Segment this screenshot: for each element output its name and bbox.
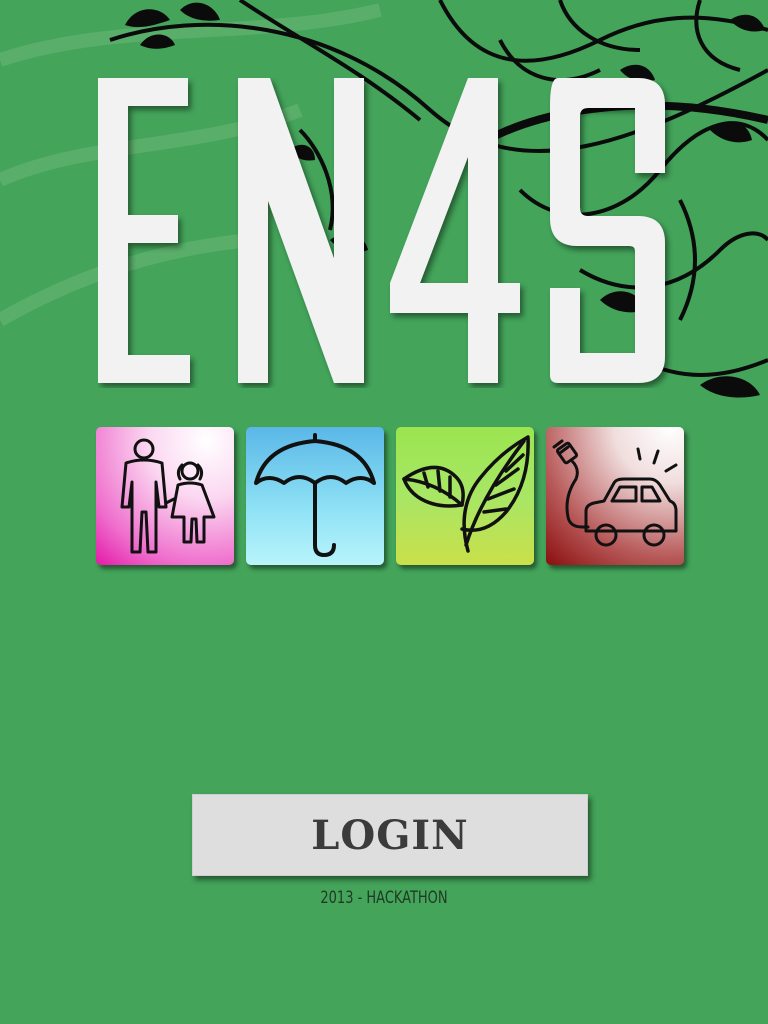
umbrella-icon: [254, 433, 376, 557]
electric-car-icon: [552, 439, 678, 547]
footer-text: 2013 - HACKATHON: [320, 888, 448, 908]
family-icon: [120, 438, 216, 554]
app-logo: [98, 78, 665, 383]
family-tile[interactable]: [96, 427, 234, 565]
login-button-label: LOGIN: [311, 811, 469, 859]
leaf-icon: [402, 435, 530, 553]
electric-car-tile[interactable]: [546, 427, 684, 565]
login-button[interactable]: LOGIN: [192, 794, 588, 876]
leaf-tile[interactable]: [396, 427, 534, 565]
category-tiles: [96, 427, 688, 567]
umbrella-tile[interactable]: [246, 427, 384, 565]
